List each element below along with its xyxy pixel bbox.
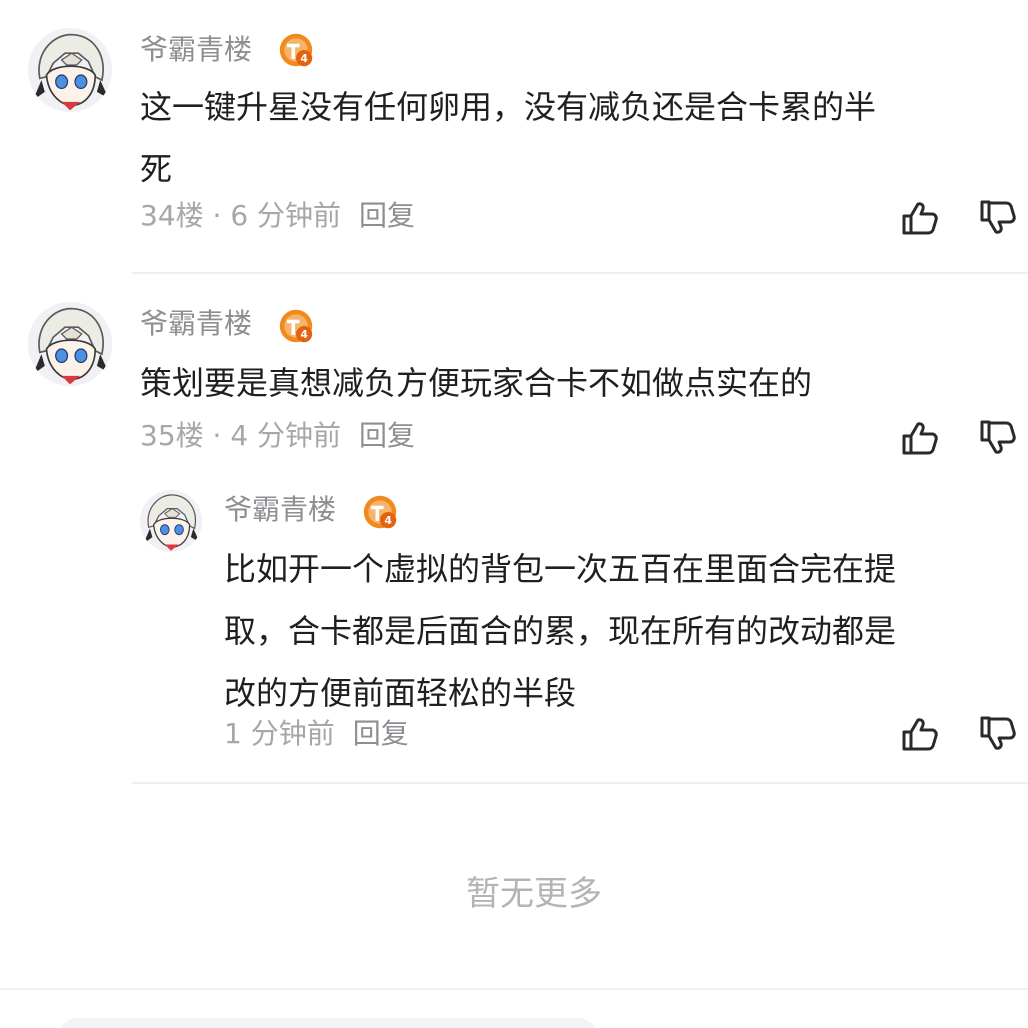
reply-button[interactable]: 回复 [353,717,409,750]
comment-meta: 35楼 · 4 分钟前 回复 [140,422,415,450]
divider [132,272,1028,274]
level-badge-icon [278,32,314,68]
comment-text-line: 策划要是真想减负方便玩家合卡不如做点实在的 [140,364,813,402]
comment-page: 爷霸青楼 这一键升星没有任何卵用，没有减负还是合卡累的半 死 34楼 · 6 分… [0,0,1028,1028]
thumbs-down-icon[interactable] [978,198,1018,238]
username[interactable]: 爷霸青楼 [224,496,336,524]
thumbs-up-icon[interactable] [900,418,940,458]
avatar-icon [28,302,112,386]
comment-text: 策划要是真想减负方便玩家合卡不如做点实在的 [140,352,812,414]
level-badge-icon [278,308,314,344]
avatar-icon [28,28,112,112]
avatar[interactable] [28,28,112,112]
thumbs-down-icon[interactable] [978,714,1018,754]
reply-text-line: 改的方便前面轻松的半段 [224,674,577,712]
reply-time: 1 分钟前 [224,717,335,750]
comment-text: 这一键升星没有任何卵用，没有减负还是合卡累的半 死 [140,76,876,200]
no-more-text: 暂无更多 [466,874,602,914]
thumbs-up-icon[interactable] [900,198,940,238]
reply-text-line: 取，合卡都是后面合的累，现在所有的改动都是 [224,612,897,650]
username[interactable]: 爷霸青楼 [140,36,252,64]
thumbs-up-icon[interactable] [900,714,940,754]
comment-meta: 34楼 · 6 分钟前 回复 [140,202,415,230]
thumbs-down-icon[interactable] [978,418,1018,458]
comment-text-line: 这一键升星没有任何卵用，没有减负还是合卡累的半 [140,88,877,126]
comment-text-line: 死 [140,150,173,188]
comment-input[interactable] [58,1018,598,1028]
floor-time: 35楼 · 4 分钟前 [140,419,342,452]
bottom-bar [0,988,1028,1028]
floor-time: 34楼 · 6 分钟前 [140,199,342,232]
avatar[interactable] [140,490,202,552]
level-badge-icon [362,494,398,530]
reply-button[interactable]: 回复 [359,419,415,452]
divider [132,782,1028,784]
reply-button[interactable]: 回复 [359,199,415,232]
reply-meta: 1 分钟前 回复 [224,720,409,748]
avatar-icon [140,490,202,552]
reply-text-line: 比如开一个虚拟的背包一次五百在里面合完在提 [224,550,897,588]
reply-text: 比如开一个虚拟的背包一次五百在里面合完在提 取，合卡都是后面合的累，现在所有的改… [224,538,896,724]
avatar[interactable] [28,302,112,386]
username[interactable]: 爷霸青楼 [140,310,252,338]
